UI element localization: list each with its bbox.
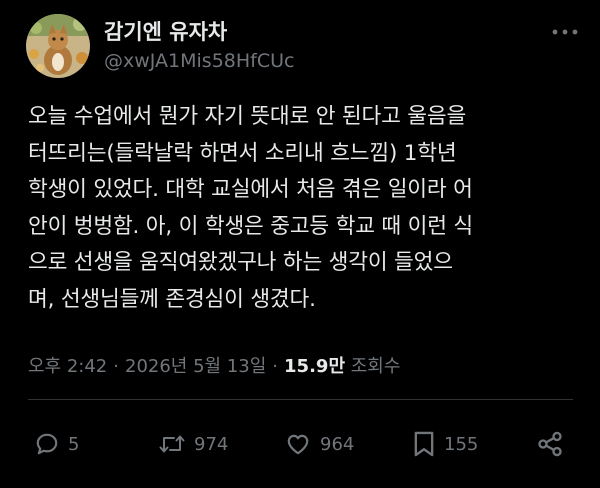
- views-label: 조회수: [350, 356, 401, 377]
- tweet-card: 감기엔 유자차 @xwJA1Mis58HfCUc 오늘 수업에서 뭔가 자기 뜻…: [0, 0, 600, 488]
- share-icon: [538, 431, 562, 457]
- reply-button[interactable]: 5: [34, 427, 79, 461]
- tweet-date[interactable]: 2026년 5월 13일: [125, 356, 266, 377]
- share-button[interactable]: [536, 427, 564, 461]
- bookmark-button[interactable]: 155: [412, 427, 478, 461]
- reply-count: 5: [68, 433, 80, 455]
- divider: [28, 399, 573, 400]
- bookmark-count: 155: [444, 433, 479, 455]
- meta-separator: ·: [272, 356, 279, 377]
- more-options-icon: [552, 29, 578, 35]
- retweet-icon: [159, 435, 185, 453]
- meta-separator: ·: [113, 356, 119, 377]
- tweet-text: 오늘 수업에서 뭔가 자기 뜻대로 안 된다고 울음을 터뜨리는(들락날락 하면…: [28, 104, 473, 312]
- avatar[interactable]: [26, 14, 90, 78]
- views-count: 15.9만: [284, 356, 346, 377]
- like-count: 964: [320, 433, 355, 455]
- author-handle[interactable]: @xwJA1Mis58HfCUc: [104, 50, 294, 72]
- tweet-meta: 오후 2:42 · 2026년 5월 13일 · 15.9만 조회수: [28, 352, 400, 378]
- like-button[interactable]: 964: [284, 427, 354, 461]
- more-options-button[interactable]: [548, 22, 582, 42]
- retweet-count: 974: [194, 433, 229, 455]
- tweet-time[interactable]: 오후 2:42: [28, 356, 107, 377]
- bookmark-icon: [414, 431, 434, 457]
- retweet-button[interactable]: 974: [158, 427, 228, 461]
- reply-icon: [36, 433, 58, 455]
- heart-icon: [287, 434, 309, 455]
- avatar-image: [26, 14, 90, 78]
- author-display-name[interactable]: 감기엔 유자차: [104, 16, 227, 46]
